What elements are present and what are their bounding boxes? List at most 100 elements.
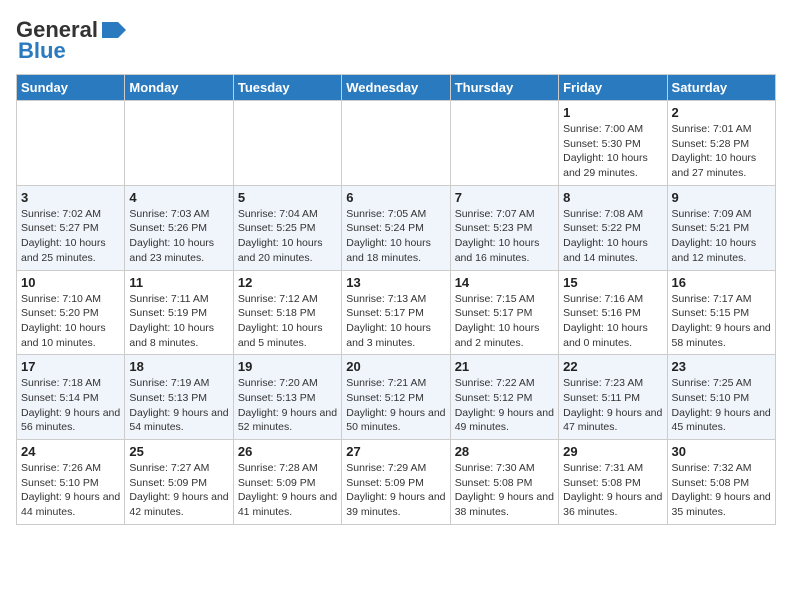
day-number: 3 xyxy=(21,190,120,205)
day-info: Sunrise: 7:27 AMSunset: 5:09 PMDaylight:… xyxy=(129,461,228,520)
week-row-4: 17Sunrise: 7:18 AMSunset: 5:14 PMDayligh… xyxy=(17,355,776,440)
day-info: Sunrise: 7:03 AMSunset: 5:26 PMDaylight:… xyxy=(129,207,228,266)
day-info: Sunrise: 7:22 AMSunset: 5:12 PMDaylight:… xyxy=(455,376,554,435)
day-cell: 6 Sunrise: 7:05 AMSunset: 5:24 PMDaylight… xyxy=(342,185,450,270)
day-info: Sunrise: 7:10 AMSunset: 5:20 PMDaylight:… xyxy=(21,292,120,351)
day-cell: 26 Sunrise: 7:28 AMSunset: 5:09 PMDayligh… xyxy=(233,440,341,525)
day-cell: 4 Sunrise: 7:03 AMSunset: 5:26 PMDaylight… xyxy=(125,185,233,270)
day-number: 6 xyxy=(346,190,445,205)
header: General Blue xyxy=(16,16,776,64)
day-number: 28 xyxy=(455,444,554,459)
day-number: 26 xyxy=(238,444,337,459)
day-cell xyxy=(125,101,233,186)
day-cell: 30 Sunrise: 7:32 AMSunset: 5:08 PMDayligh… xyxy=(667,440,775,525)
weekday-header-saturday: Saturday xyxy=(667,75,775,101)
day-cell: 17Sunrise: 7:18 AMSunset: 5:14 PMDayligh… xyxy=(17,355,125,440)
day-cell: 7 Sunrise: 7:07 AMSunset: 5:23 PMDaylight… xyxy=(450,185,558,270)
day-number: 9 xyxy=(672,190,771,205)
day-cell xyxy=(17,101,125,186)
day-info: Sunrise: 7:21 AMSunset: 5:12 PMDaylight:… xyxy=(346,376,445,435)
day-cell xyxy=(342,101,450,186)
day-info: Sunrise: 7:26 AMSunset: 5:10 PMDaylight:… xyxy=(21,461,120,520)
day-info: Sunrise: 7:04 AMSunset: 5:25 PMDaylight:… xyxy=(238,207,337,266)
day-cell: 23 Sunrise: 7:25 AMSunset: 5:10 PMDayligh… xyxy=(667,355,775,440)
day-info: Sunrise: 7:09 AMSunset: 5:21 PMDaylight:… xyxy=(672,207,771,266)
day-number: 15 xyxy=(563,275,662,290)
day-number: 12 xyxy=(238,275,337,290)
day-info: Sunrise: 7:18 AMSunset: 5:14 PMDaylight:… xyxy=(21,376,120,435)
day-info: Sunrise: 7:32 AMSunset: 5:08 PMDaylight:… xyxy=(672,461,771,520)
day-info: Sunrise: 7:31 AMSunset: 5:08 PMDaylight:… xyxy=(563,461,662,520)
day-cell: 21 Sunrise: 7:22 AMSunset: 5:12 PMDayligh… xyxy=(450,355,558,440)
day-cell xyxy=(233,101,341,186)
day-info: Sunrise: 7:19 AMSunset: 5:13 PMDaylight:… xyxy=(129,376,228,435)
day-info: Sunrise: 7:02 AMSunset: 5:27 PMDaylight:… xyxy=(21,207,120,266)
day-info: Sunrise: 7:05 AMSunset: 5:24 PMDaylight:… xyxy=(346,207,445,266)
day-info: Sunrise: 7:25 AMSunset: 5:10 PMDaylight:… xyxy=(672,376,771,435)
day-info: Sunrise: 7:08 AMSunset: 5:22 PMDaylight:… xyxy=(563,207,662,266)
day-number: 10 xyxy=(21,275,120,290)
logo-icon xyxy=(98,16,126,44)
logo-blue: Blue xyxy=(18,38,66,64)
day-cell: 29Sunrise: 7:31 AMSunset: 5:08 PMDayligh… xyxy=(559,440,667,525)
day-cell: 8 Sunrise: 7:08 AMSunset: 5:22 PMDaylight… xyxy=(559,185,667,270)
day-cell: 3 Sunrise: 7:02 AMSunset: 5:27 PMDaylight… xyxy=(17,185,125,270)
day-number: 20 xyxy=(346,359,445,374)
weekday-header-friday: Friday xyxy=(559,75,667,101)
calendar-table: SundayMondayTuesdayWednesdayThursdayFrid… xyxy=(16,74,776,525)
day-number: 7 xyxy=(455,190,554,205)
day-number: 23 xyxy=(672,359,771,374)
day-cell: 5 Sunrise: 7:04 AMSunset: 5:25 PMDaylight… xyxy=(233,185,341,270)
day-number: 30 xyxy=(672,444,771,459)
day-cell: 1 Sunrise: 7:00 AMSunset: 5:30 PMDaylight… xyxy=(559,101,667,186)
day-cell: 22Sunrise: 7:23 AMSunset: 5:11 PMDayligh… xyxy=(559,355,667,440)
day-number: 18 xyxy=(129,359,228,374)
day-info: Sunrise: 7:01 AMSunset: 5:28 PMDaylight:… xyxy=(672,122,771,181)
day-number: 21 xyxy=(455,359,554,374)
day-info: Sunrise: 7:13 AMSunset: 5:17 PMDaylight:… xyxy=(346,292,445,351)
logo: General Blue xyxy=(16,16,126,64)
week-row-5: 24Sunrise: 7:26 AMSunset: 5:10 PMDayligh… xyxy=(17,440,776,525)
day-number: 13 xyxy=(346,275,445,290)
day-cell: 18 Sunrise: 7:19 AMSunset: 5:13 PMDayligh… xyxy=(125,355,233,440)
day-cell: 9 Sunrise: 7:09 AMSunset: 5:21 PMDaylight… xyxy=(667,185,775,270)
day-cell: 19 Sunrise: 7:20 AMSunset: 5:13 PMDayligh… xyxy=(233,355,341,440)
day-cell: 10 Sunrise: 7:10 AMSunset: 5:20 PMDayligh… xyxy=(17,270,125,355)
day-cell: 15Sunrise: 7:16 AMSunset: 5:16 PMDayligh… xyxy=(559,270,667,355)
day-cell: 12Sunrise: 7:12 AMSunset: 5:18 PMDayligh… xyxy=(233,270,341,355)
weekday-header-monday: Monday xyxy=(125,75,233,101)
day-cell xyxy=(450,101,558,186)
day-number: 25 xyxy=(129,444,228,459)
day-info: Sunrise: 7:00 AMSunset: 5:30 PMDaylight:… xyxy=(563,122,662,181)
day-number: 4 xyxy=(129,190,228,205)
day-number: 8 xyxy=(563,190,662,205)
day-number: 2 xyxy=(672,105,771,120)
day-cell: 16 Sunrise: 7:17 AMSunset: 5:15 PMDayligh… xyxy=(667,270,775,355)
week-row-3: 10 Sunrise: 7:10 AMSunset: 5:20 PMDayligh… xyxy=(17,270,776,355)
day-cell: 13 Sunrise: 7:13 AMSunset: 5:17 PMDayligh… xyxy=(342,270,450,355)
day-number: 11 xyxy=(129,275,228,290)
day-cell: 24Sunrise: 7:26 AMSunset: 5:10 PMDayligh… xyxy=(17,440,125,525)
day-info: Sunrise: 7:17 AMSunset: 5:15 PMDaylight:… xyxy=(672,292,771,351)
day-number: 19 xyxy=(238,359,337,374)
weekday-header-tuesday: Tuesday xyxy=(233,75,341,101)
week-row-1: 1 Sunrise: 7:00 AMSunset: 5:30 PMDaylight… xyxy=(17,101,776,186)
day-number: 27 xyxy=(346,444,445,459)
day-info: Sunrise: 7:07 AMSunset: 5:23 PMDaylight:… xyxy=(455,207,554,266)
weekday-header-sunday: Sunday xyxy=(17,75,125,101)
weekday-header-wednesday: Wednesday xyxy=(342,75,450,101)
day-info: Sunrise: 7:29 AMSunset: 5:09 PMDaylight:… xyxy=(346,461,445,520)
day-info: Sunrise: 7:28 AMSunset: 5:09 PMDaylight:… xyxy=(238,461,337,520)
day-number: 16 xyxy=(672,275,771,290)
day-info: Sunrise: 7:23 AMSunset: 5:11 PMDaylight:… xyxy=(563,376,662,435)
week-row-2: 3 Sunrise: 7:02 AMSunset: 5:27 PMDaylight… xyxy=(17,185,776,270)
day-info: Sunrise: 7:30 AMSunset: 5:08 PMDaylight:… xyxy=(455,461,554,520)
weekday-header-thursday: Thursday xyxy=(450,75,558,101)
day-info: Sunrise: 7:20 AMSunset: 5:13 PMDaylight:… xyxy=(238,376,337,435)
day-cell: 20 Sunrise: 7:21 AMSunset: 5:12 PMDayligh… xyxy=(342,355,450,440)
day-cell: 11Sunrise: 7:11 AMSunset: 5:19 PMDayligh… xyxy=(125,270,233,355)
day-cell: 25 Sunrise: 7:27 AMSunset: 5:09 PMDayligh… xyxy=(125,440,233,525)
day-cell: 14Sunrise: 7:15 AMSunset: 5:17 PMDayligh… xyxy=(450,270,558,355)
day-number: 5 xyxy=(238,190,337,205)
day-number: 1 xyxy=(563,105,662,120)
